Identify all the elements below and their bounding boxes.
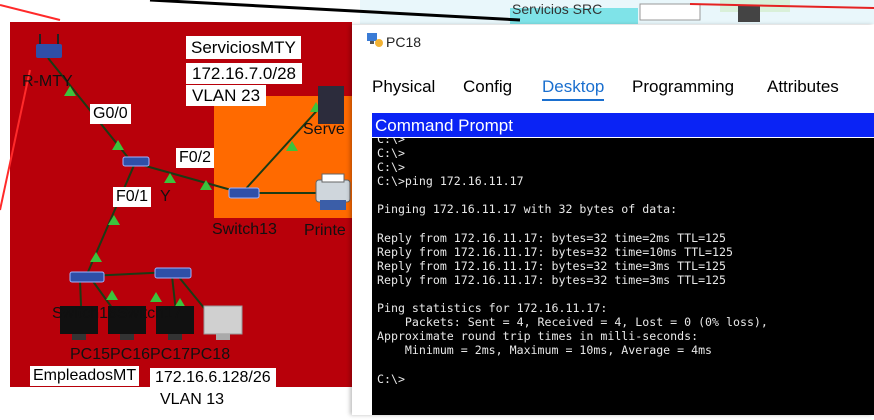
switch16-switch17-label: Switch16Switch17: [52, 305, 182, 322]
servicios-src-fragment: Servicios SRC: [512, 1, 603, 17]
servicios-name-label: ServiciosMTY: [186, 36, 301, 59]
window-title: PC18: [386, 34, 422, 50]
pc-labels: PC15PC16PC17PC18: [70, 346, 231, 363]
server-label: Serve: [303, 121, 345, 138]
y-fragment-label: Y: [160, 188, 171, 205]
pc-icon: [367, 33, 383, 47]
f0-2-label: F0/2: [176, 148, 215, 168]
server-icon: [318, 86, 344, 124]
console-line: C:\>ping 172.16.11.17: [377, 174, 524, 189]
empleados-name-label: EmpleadosMT: [30, 366, 140, 386]
window-title-bar[interactable]: PC18: [352, 25, 874, 59]
servicios-network-label: 172.16.7.0/28: [186, 63, 302, 84]
f0-1-label: F0/1: [113, 187, 152, 207]
servicios-vlan-label: VLAN 23: [186, 85, 267, 106]
command-prompt-console[interactable]: C:\> C:\> C:\> C:\>ping 172.16.11.17 Pin…: [372, 138, 874, 415]
switch13-label: Switch13: [212, 221, 277, 238]
console-line: C:\>: [377, 138, 405, 146]
tab-attributes[interactable]: Attributes: [767, 77, 839, 97]
tab-physical[interactable]: Physical: [372, 77, 435, 97]
console-line: Minimum = 2ms, Maximum = 10ms, Average =…: [377, 343, 713, 358]
console-line: Ping statistics for 172.16.11.17:: [377, 301, 608, 316]
console-line: C:\>: [377, 146, 405, 161]
console-line: Reply from 172.16.11.17: bytes=32 time=3…: [377, 272, 727, 287]
console-output: C:\> C:\> C:\> C:\>ping 172.16.11.17 Pin…: [377, 138, 768, 386]
g0-0-label: G0/0: [90, 104, 131, 124]
console-line: Pinging 172.16.11.17 with 32 bytes of da…: [377, 202, 678, 217]
console-line: Approximate round trip times in milli-se…: [377, 329, 699, 344]
command-prompt-header: Command Prompt: [372, 113, 874, 137]
console-line: Packets: Sent = 4, Received = 4, Lost = …: [377, 315, 768, 330]
tab-bar: Physical Config Desktop Programming Attr…: [352, 71, 874, 101]
console-line: C:\>: [377, 160, 405, 175]
console-line: Reply from 172.16.11.17: bytes=32 time=2…: [377, 230, 727, 245]
console-line: C:\>: [377, 371, 405, 386]
empleados-vlan-label: VLAN 13: [150, 390, 235, 410]
printer-label: Printe: [304, 222, 346, 239]
tab-programming[interactable]: Programming: [632, 77, 734, 97]
pc18-window[interactable]: PC18 Physical Config Desktop Programming…: [352, 25, 874, 415]
console-line: Reply from 172.16.11.17: bytes=32 time=1…: [377, 244, 733, 259]
router-label: R-MTY: [22, 73, 73, 90]
empleados-network-label: 172.16.6.128/26: [150, 368, 276, 388]
tab-desktop[interactable]: Desktop: [542, 77, 605, 101]
console-line: Reply from 172.16.11.17: bytes=32 time=3…: [377, 258, 727, 273]
command-prompt-title: Command Prompt: [375, 116, 513, 135]
tab-config[interactable]: Config: [463, 77, 512, 97]
